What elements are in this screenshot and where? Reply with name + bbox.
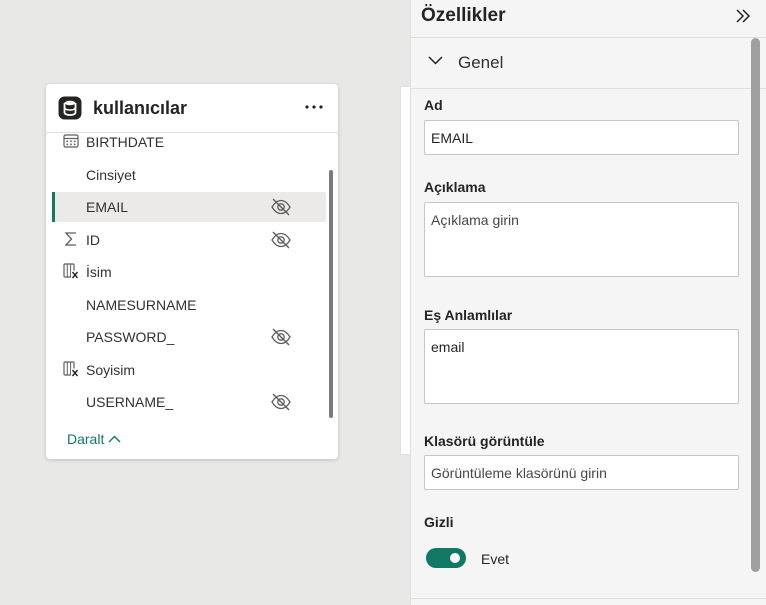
description-input[interactable] [424, 202, 739, 277]
chevron-down-icon [428, 56, 443, 65]
field-row[interactable]: İsim [52, 257, 326, 287]
field-row[interactable]: USERNAME_ [52, 387, 326, 417]
table-title: kullanıcılar [93, 98, 188, 118]
sigma-icon [62, 230, 80, 248]
field-row[interactable]: BIRTHDATE [52, 127, 326, 157]
collapse-label: Daralt [67, 431, 105, 447]
field-label: EMAIL [86, 199, 129, 215]
synonyms-label: Eş Anlamlılar [424, 307, 513, 323]
more-options-button[interactable] [302, 97, 326, 117]
pane-scrollbar[interactable] [751, 38, 760, 572]
collapse-pane-icon[interactable] [733, 6, 753, 26]
calculated-column-icon [62, 360, 80, 378]
field-label: BIRTHDATE [86, 134, 165, 150]
synonyms-input[interactable]: email [424, 329, 739, 404]
field-row[interactable]: ID [52, 225, 326, 255]
more-icon [305, 105, 323, 109]
properties-pane: Özellikler Genel Ad Açıklama Eş Anlamlıl… [410, 0, 766, 605]
selection-indicator [52, 192, 55, 222]
field-row[interactable]: Soyisim [52, 355, 326, 385]
table-card-header[interactable]: kullanıcılar [46, 84, 338, 133]
field-label: USERNAME_ [86, 394, 174, 410]
section-general-label: Genel [458, 53, 504, 72]
field-list-scrollbar[interactable] [329, 170, 333, 418]
field-label: PASSWORD_ [86, 329, 175, 345]
database-icon [58, 96, 82, 120]
field-label: Soyisim [86, 362, 136, 378]
field-label: İsim [86, 264, 112, 280]
hidden-eye-icon[interactable] [270, 326, 292, 348]
field-row[interactable]: NAMESURNAME [52, 290, 326, 320]
chevron-up-icon [108, 435, 121, 443]
pane-title: Özellikler [421, 5, 506, 26]
hidden-eye-icon[interactable] [270, 196, 292, 218]
field-label: Cinsiyet [86, 167, 136, 183]
display-folder-label: Klasörü görüntüle [424, 433, 545, 449]
field-row[interactable]: PASSWORD_ [52, 322, 326, 352]
hidden-eye-icon[interactable] [270, 391, 292, 413]
hidden-label: Gizli [424, 514, 454, 530]
section-general[interactable]: Genel [411, 38, 751, 88]
table-card[interactable]: kullanıcılar BIRTHDATE Cinsiyet EMAIL ID İsi… [46, 84, 338, 459]
section-divider [411, 88, 766, 89]
field-label: NAMESURNAME [86, 297, 197, 313]
hidden-state-label: Evet [481, 551, 510, 567]
collapse-button[interactable]: Daralt [67, 431, 121, 447]
hidden-toggle[interactable] [426, 548, 466, 568]
field-row[interactable]: EMAIL [52, 192, 326, 222]
name-input[interactable] [424, 120, 739, 155]
name-label: Ad [424, 97, 443, 113]
bottom-divider [411, 598, 766, 599]
field-label: ID [86, 232, 100, 248]
calendar-icon [62, 132, 80, 150]
display-folder-input[interactable] [424, 455, 739, 490]
field-row[interactable]: Cinsiyet [52, 160, 326, 190]
hidden-eye-icon[interactable] [270, 229, 292, 251]
toggle-knob [450, 553, 460, 563]
calculated-column-icon [62, 262, 80, 280]
description-label: Açıklama [424, 179, 486, 195]
